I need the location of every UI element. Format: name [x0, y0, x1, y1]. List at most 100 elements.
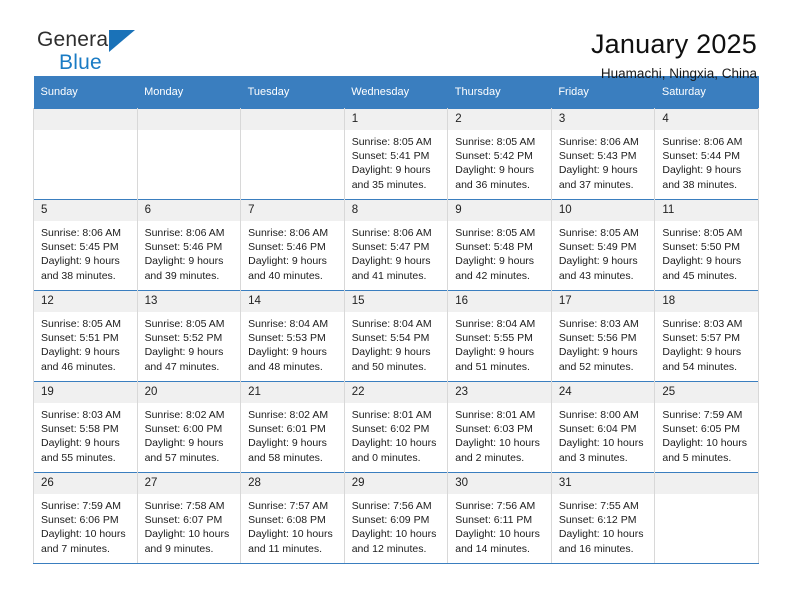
calendar-day-cell[interactable]: 18 Sunrise: 8:03 AM Sunset: 5:57 PM Dayligh… [654, 290, 759, 382]
sunset-time: Sunset: 6:00 PM [144, 423, 223, 436]
brand-logo[interactable]: General Blue [33, 28, 157, 80]
daylight-duration-line1: Daylight: 10 hours [144, 528, 230, 541]
sunrise-time: Sunrise: 8:02 AM [144, 409, 225, 421]
calendar-day-cell[interactable]: 3 Sunrise: 8:06 AM Sunset: 5:43 PM Daylight… [550, 108, 656, 200]
calendar-day-cell[interactable]: 10 Sunrise: 8:05 AM Sunset: 5:49 PM Dayligh… [550, 199, 656, 291]
sunrise-time: Sunrise: 8:05 AM [351, 136, 432, 148]
sunrise-time: Sunrise: 8:06 AM [144, 227, 225, 239]
sunrise-time: Sunrise: 8:05 AM [41, 318, 121, 330]
day-details: Sunrise: 7:58 AM Sunset: 6:07 PM Daylight:… [138, 494, 241, 556]
calendar-day-cell[interactable]: 28 Sunrise: 7:57 AM Sunset: 6:08 PM Dayligh… [240, 472, 345, 564]
sunrise-time: Sunrise: 8:06 AM [662, 136, 743, 148]
sunrise-time: Sunrise: 8:05 AM [662, 227, 743, 239]
calendar-day-cell[interactable]: 12 Sunrise: 8:05 AM Sunset: 5:51 PM Dayligh… [33, 290, 138, 382]
calendar-day-cell-empty [654, 472, 759, 564]
daylight-duration-line2: and 47 minutes. [144, 360, 220, 373]
weekday-header-monday: Monday [137, 76, 241, 109]
calendar-day-cell[interactable]: 1 Sunrise: 8:05 AM Sunset: 5:41 PM Daylight… [343, 108, 449, 200]
daylight-duration-line2: and 2 minutes. [455, 451, 525, 464]
calendar-week-row: 12 Sunrise: 8:05 AM Sunset: 5:51 PM Dayligh… [33, 290, 759, 382]
calendar-day-cell[interactable]: 2 Sunrise: 8:05 AM Sunset: 5:42 PM Daylight… [447, 108, 552, 200]
calendar-day-cell[interactable]: 20 Sunrise: 8:02 AM Sunset: 6:00 PM Dayligh… [136, 381, 242, 473]
sunset-time: Sunset: 5:46 PM [144, 241, 223, 254]
sunset-time: Sunset: 5:48 PM [455, 241, 533, 254]
sunrise-time: Sunrise: 8:01 AM [351, 409, 432, 421]
calendar-day-cell[interactable]: 11 Sunrise: 8:05 AM Sunset: 5:50 PM Dayligh… [654, 199, 759, 291]
day-details: Sunrise: 8:06 AM Sunset: 5:44 PM Daylight:… [655, 130, 758, 192]
calendar-day-cell[interactable]: 13 Sunrise: 8:05 AM Sunset: 5:52 PM Dayligh… [136, 290, 242, 382]
daylight-duration-line1: Daylight: 9 hours [41, 437, 120, 450]
calendar-day-cell[interactable]: 6 Sunrise: 8:06 AM Sunset: 5:46 PM Daylight… [136, 199, 242, 291]
calendar-day-cell[interactable]: 24 Sunrise: 8:00 AM Sunset: 6:04 PM Dayligh… [550, 381, 656, 473]
day-details: Sunrise: 8:06 AM Sunset: 5:43 PM Daylight:… [552, 130, 655, 192]
calendar-day-cell[interactable]: 26 Sunrise: 7:59 AM Sunset: 6:06 PM Dayligh… [33, 472, 138, 564]
sunrise-time: Sunrise: 8:06 AM [351, 227, 432, 239]
calendar-day-cell[interactable]: 4 Sunrise: 8:06 AM Sunset: 5:44 PM Daylight… [654, 108, 759, 200]
daylight-duration-line2: and 43 minutes. [558, 269, 634, 282]
calendar-day-cell[interactable]: 17 Sunrise: 8:03 AM Sunset: 5:56 PM Dayligh… [550, 290, 656, 382]
daylight-duration-line2: and 42 minutes. [455, 269, 530, 282]
sunset-time: Sunset: 6:07 PM [144, 514, 223, 527]
day-details: Sunrise: 8:03 AM Sunset: 5:56 PM Daylight:… [552, 312, 655, 374]
calendar-day-cell[interactable]: 22 Sunrise: 8:01 AM Sunset: 6:02 PM Dayligh… [343, 381, 449, 473]
calendar-day-cell[interactable]: 19 Sunrise: 8:03 AM Sunset: 5:58 PM Dayligh… [33, 381, 138, 473]
daylight-duration-line2: and 11 minutes. [248, 542, 323, 555]
day-number: 4 [655, 109, 758, 130]
calendar-page: General Blue January 2025 Huamachi, Ning… [0, 0, 792, 612]
day-number: 1 [344, 109, 448, 130]
sunrise-time: Sunrise: 8:05 AM [455, 227, 536, 239]
calendar-day-cell[interactable]: 23 Sunrise: 8:01 AM Sunset: 6:03 PM Dayligh… [447, 381, 552, 473]
brand-name-top: General [37, 28, 114, 51]
calendar-day-cell[interactable]: 8 Sunrise: 8:06 AM Sunset: 5:47 PM Daylight… [343, 199, 449, 291]
daylight-duration-line2: and 7 minutes. [41, 542, 110, 555]
daylight-duration-line1: Daylight: 9 hours [455, 255, 535, 268]
daylight-duration-line1: Daylight: 9 hours [558, 164, 638, 177]
day-details: Sunrise: 8:01 AM Sunset: 6:02 PM Daylight:… [345, 403, 448, 465]
calendar-day-cell[interactable]: 5 Sunrise: 8:06 AM Sunset: 5:45 PM Daylight… [33, 199, 138, 291]
calendar-day-cell[interactable]: 9 Sunrise: 8:05 AM Sunset: 5:48 PM Daylight… [447, 199, 552, 291]
calendar-day-cell[interactable]: 27 Sunrise: 7:58 AM Sunset: 6:07 PM Dayligh… [136, 472, 242, 564]
calendar-day-cell[interactable]: 21 Sunrise: 8:02 AM Sunset: 6:01 PM Dayligh… [240, 381, 345, 473]
day-number: 27 [137, 473, 241, 494]
daylight-duration-line1: Daylight: 9 hours [144, 346, 224, 359]
calendar-day-cell[interactable]: 16 Sunrise: 8:04 AM Sunset: 5:55 PM Dayligh… [447, 290, 552, 382]
calendar-day-cell[interactable]: 7 Sunrise: 8:06 AM Sunset: 5:46 PM Daylight… [240, 199, 345, 291]
sunrise-time: Sunrise: 7:59 AM [41, 500, 121, 512]
day-number: 5 [34, 200, 137, 221]
daylight-duration-line1: Daylight: 9 hours [248, 346, 327, 359]
day-number: 24 [551, 382, 655, 403]
calendar-day-cell[interactable]: 14 Sunrise: 8:04 AM Sunset: 5:53 PM Dayligh… [240, 290, 345, 382]
calendar-day-cell[interactable]: 29 Sunrise: 7:56 AM Sunset: 6:09 PM Dayligh… [343, 472, 449, 564]
sunset-time: Sunset: 5:57 PM [662, 332, 741, 345]
daylight-duration-line2: and 48 minutes. [248, 360, 323, 373]
daylight-duration-line1: Daylight: 9 hours [351, 164, 431, 177]
calendar-day-cell[interactable]: 30 Sunrise: 7:56 AM Sunset: 6:11 PM Dayligh… [447, 472, 552, 564]
weekday-header-thursday: Thursday [447, 76, 552, 109]
day-details: Sunrise: 8:06 AM Sunset: 5:46 PM Daylight:… [138, 221, 241, 283]
sunrise-time: Sunrise: 7:56 AM [455, 500, 536, 512]
daylight-duration-line2: and 40 minutes. [248, 269, 323, 282]
sunrise-time: Sunrise: 7:57 AM [248, 500, 329, 512]
day-details: Sunrise: 7:59 AM Sunset: 6:06 PM Daylight:… [34, 494, 137, 556]
day-number: 30 [448, 473, 551, 494]
day-number: 6 [137, 200, 241, 221]
day-number: 14 [241, 291, 344, 312]
sunrise-time: Sunrise: 8:06 AM [248, 227, 329, 239]
sunrise-time: Sunrise: 8:05 AM [558, 227, 639, 239]
daylight-duration-line2: and 14 minutes. [455, 542, 530, 555]
calendar-day-cell-empty [33, 108, 138, 200]
sunset-time: Sunset: 5:54 PM [351, 332, 430, 345]
calendar-day-cell[interactable]: 15 Sunrise: 8:04 AM Sunset: 5:54 PM Dayligh… [343, 290, 449, 382]
sunrise-time: Sunrise: 7:55 AM [558, 500, 639, 512]
daylight-duration-line2: and 57 minutes. [144, 451, 220, 464]
calendar-day-cell-empty [136, 108, 242, 200]
calendar-day-cell[interactable]: 25 Sunrise: 7:59 AM Sunset: 6:05 PM Dayligh… [654, 381, 759, 473]
calendar-day-cell[interactable]: 31 Sunrise: 7:55 AM Sunset: 6:12 PM Dayligh… [550, 472, 656, 564]
sunrise-time: Sunrise: 8:06 AM [41, 227, 121, 239]
day-details: Sunrise: 7:56 AM Sunset: 6:11 PM Daylight:… [448, 494, 551, 556]
daylight-duration-line1: Daylight: 9 hours [41, 346, 120, 359]
day-number: 18 [655, 291, 758, 312]
day-details: Sunrise: 8:03 AM Sunset: 5:58 PM Daylight:… [34, 403, 137, 465]
page-title: January 2025 [590, 29, 757, 59]
day-details: Sunrise: 8:05 AM Sunset: 5:42 PM Daylight:… [448, 130, 551, 192]
